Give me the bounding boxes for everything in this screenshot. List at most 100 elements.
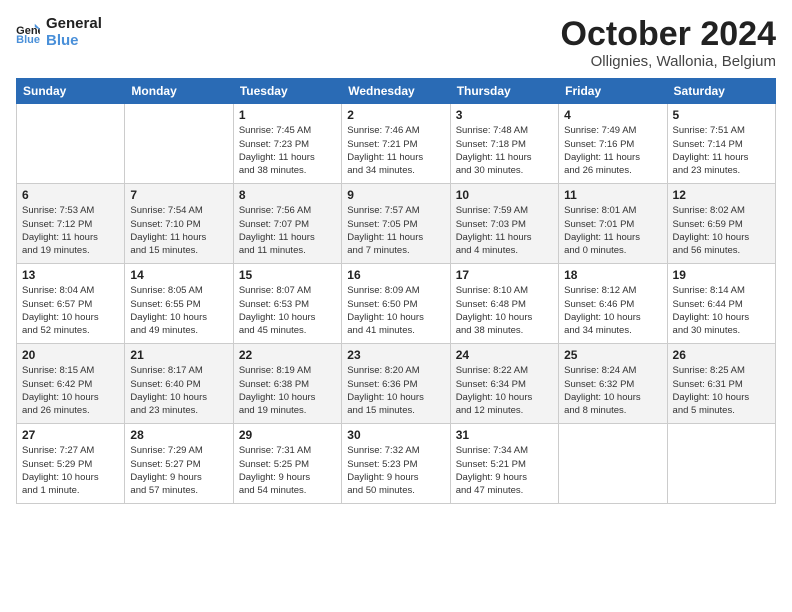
- calendar-cell: 26 Sunrise: 8:25 AMSunset: 6:31 PMDayligh…: [667, 344, 775, 424]
- day-info: Sunrise: 7:49 AMSunset: 7:16 PMDaylight:…: [564, 124, 661, 177]
- day-info: Sunrise: 7:45 AMSunset: 7:23 PMDaylight:…: [239, 124, 336, 177]
- day-info: Sunrise: 8:25 AMSunset: 6:31 PMDaylight:…: [673, 364, 770, 417]
- svg-text:Blue: Blue: [16, 34, 40, 44]
- month-title: October 2024: [561, 16, 776, 53]
- logo-icon: General Blue: [16, 22, 40, 44]
- day-info: Sunrise: 8:04 AMSunset: 6:57 PMDaylight:…: [22, 284, 119, 337]
- day-info: Sunrise: 8:02 AMSunset: 6:59 PMDaylight:…: [673, 204, 770, 257]
- day-info: Sunrise: 8:09 AMSunset: 6:50 PMDaylight:…: [347, 284, 444, 337]
- calendar-cell: 30 Sunrise: 7:32 AMSunset: 5:23 PMDayligh…: [342, 424, 450, 504]
- day-number: 28: [130, 428, 227, 442]
- day-number: 12: [673, 188, 770, 202]
- calendar-cell: [125, 104, 233, 184]
- calendar-cell: 19Sunrise: 8:14 AMSunset: 6:44 PMDayligh…: [667, 264, 775, 344]
- day-number: 22: [239, 348, 336, 362]
- weekday-header-row: Sunday Monday Tuesday Wednesday Thursday…: [17, 79, 776, 104]
- day-number: 17: [456, 268, 553, 282]
- day-info: Sunrise: 8:19 AMSunset: 6:38 PMDaylight:…: [239, 364, 336, 417]
- header-monday: Monday: [125, 79, 233, 104]
- day-number: 24: [456, 348, 553, 362]
- day-info: Sunrise: 7:56 AMSunset: 7:07 PMDaylight:…: [239, 204, 336, 257]
- logo-general: General: [46, 16, 102, 33]
- calendar-cell: 13 Sunrise: 8:04 AMSunset: 6:57 PMDayligh…: [17, 264, 125, 344]
- calendar-cell: 28Sunrise: 7:29 AMSunset: 5:27 PMDayligh…: [125, 424, 233, 504]
- header-wednesday: Wednesday: [342, 79, 450, 104]
- calendar-cell: 29Sunrise: 7:31 AMSunset: 5:25 PMDayligh…: [233, 424, 341, 504]
- header-thursday: Thursday: [450, 79, 558, 104]
- calendar-cell: 24Sunrise: 8:22 AMSunset: 6:34 PMDayligh…: [450, 344, 558, 424]
- calendar-cell: [17, 104, 125, 184]
- day-number: 8: [239, 188, 336, 202]
- title-block: October 2024 Ollignies, Wallonia, Belgiu…: [561, 16, 776, 70]
- calendar-cell: 8 Sunrise: 7:56 AMSunset: 7:07 PMDaylight…: [233, 184, 341, 264]
- calendar-cell: 12 Sunrise: 8:02 AMSunset: 6:59 PMDayligh…: [667, 184, 775, 264]
- location-title: Ollignies, Wallonia, Belgium: [561, 53, 776, 70]
- calendar-cell: 22 Sunrise: 8:19 AMSunset: 6:38 PMDayligh…: [233, 344, 341, 424]
- calendar-cell: 7Sunrise: 7:54 AMSunset: 7:10 PMDaylight…: [125, 184, 233, 264]
- day-info: Sunrise: 8:20 AMSunset: 6:36 PMDaylight:…: [347, 364, 444, 417]
- week-row-5: 27 Sunrise: 7:27 AMSunset: 5:29 PMDayligh…: [17, 424, 776, 504]
- day-number: 5: [673, 108, 770, 122]
- day-number: 23: [347, 348, 444, 362]
- day-info: Sunrise: 7:34 AMSunset: 5:21 PMDaylight:…: [456, 444, 553, 497]
- calendar-cell: 21Sunrise: 8:17 AMSunset: 6:40 PMDayligh…: [125, 344, 233, 424]
- logo: General Blue General Blue: [16, 16, 102, 49]
- calendar-cell: 14Sunrise: 8:05 AMSunset: 6:55 PMDayligh…: [125, 264, 233, 344]
- day-info: Sunrise: 7:31 AMSunset: 5:25 PMDaylight:…: [239, 444, 336, 497]
- day-info: Sunrise: 8:10 AMSunset: 6:48 PMDaylight:…: [456, 284, 553, 337]
- calendar-cell: 1Sunrise: 7:45 AMSunset: 7:23 PMDaylight…: [233, 104, 341, 184]
- calendar-cell: 11 Sunrise: 8:01 AMSunset: 7:01 PMDayligh…: [559, 184, 667, 264]
- header-tuesday: Tuesday: [233, 79, 341, 104]
- calendar-cell: 23 Sunrise: 8:20 AMSunset: 6:36 PMDayligh…: [342, 344, 450, 424]
- day-number: 4: [564, 108, 661, 122]
- day-number: 11: [564, 188, 661, 202]
- calendar-cell: 4 Sunrise: 7:49 AMSunset: 7:16 PMDaylight…: [559, 104, 667, 184]
- day-info: Sunrise: 7:59 AMSunset: 7:03 PMDaylight:…: [456, 204, 553, 257]
- calendar-table: Sunday Monday Tuesday Wednesday Thursday…: [16, 78, 776, 504]
- calendar-cell: 17 Sunrise: 8:10 AMSunset: 6:48 PMDayligh…: [450, 264, 558, 344]
- day-number: 10: [456, 188, 553, 202]
- day-number: 21: [130, 348, 227, 362]
- day-number: 6: [22, 188, 119, 202]
- day-number: 14: [130, 268, 227, 282]
- header-friday: Friday: [559, 79, 667, 104]
- week-row-2: 6Sunrise: 7:53 AMSunset: 7:12 PMDaylight…: [17, 184, 776, 264]
- day-info: Sunrise: 7:57 AMSunset: 7:05 PMDaylight:…: [347, 204, 444, 257]
- week-row-4: 20 Sunrise: 8:15 AMSunset: 6:42 PMDayligh…: [17, 344, 776, 424]
- day-info: Sunrise: 7:46 AMSunset: 7:21 PMDaylight:…: [347, 124, 444, 177]
- day-number: 20: [22, 348, 119, 362]
- calendar-cell: 10 Sunrise: 7:59 AMSunset: 7:03 PMDayligh…: [450, 184, 558, 264]
- calendar-cell: 3 Sunrise: 7:48 AMSunset: 7:18 PMDaylight…: [450, 104, 558, 184]
- calendar-cell: [559, 424, 667, 504]
- day-number: 31: [456, 428, 553, 442]
- day-number: 13: [22, 268, 119, 282]
- day-info: Sunrise: 8:01 AMSunset: 7:01 PMDaylight:…: [564, 204, 661, 257]
- header: General Blue General Blue October 2024 O…: [16, 16, 776, 70]
- day-info: Sunrise: 8:07 AMSunset: 6:53 PMDaylight:…: [239, 284, 336, 337]
- day-number: 27: [22, 428, 119, 442]
- calendar-cell: [667, 424, 775, 504]
- header-saturday: Saturday: [667, 79, 775, 104]
- day-number: 19: [673, 268, 770, 282]
- week-row-1: 1Sunrise: 7:45 AMSunset: 7:23 PMDaylight…: [17, 104, 776, 184]
- day-number: 9: [347, 188, 444, 202]
- header-sunday: Sunday: [17, 79, 125, 104]
- calendar-cell: 31 Sunrise: 7:34 AMSunset: 5:21 PMDayligh…: [450, 424, 558, 504]
- calendar-cell: 5Sunrise: 7:51 AMSunset: 7:14 PMDaylight…: [667, 104, 775, 184]
- day-number: 18: [564, 268, 661, 282]
- week-row-3: 13 Sunrise: 8:04 AMSunset: 6:57 PMDayligh…: [17, 264, 776, 344]
- day-info: Sunrise: 7:48 AMSunset: 7:18 PMDaylight:…: [456, 124, 553, 177]
- day-number: 25: [564, 348, 661, 362]
- day-number: 30: [347, 428, 444, 442]
- day-number: 7: [130, 188, 227, 202]
- day-info: Sunrise: 7:32 AMSunset: 5:23 PMDaylight:…: [347, 444, 444, 497]
- day-number: 15: [239, 268, 336, 282]
- day-number: 26: [673, 348, 770, 362]
- day-info: Sunrise: 8:24 AMSunset: 6:32 PMDaylight:…: [564, 364, 661, 417]
- day-number: 3: [456, 108, 553, 122]
- logo-blue: Blue: [46, 33, 102, 50]
- day-number: 16: [347, 268, 444, 282]
- day-number: 2: [347, 108, 444, 122]
- day-info: Sunrise: 8:15 AMSunset: 6:42 PMDaylight:…: [22, 364, 119, 417]
- day-info: Sunrise: 7:27 AMSunset: 5:29 PMDaylight:…: [22, 444, 119, 497]
